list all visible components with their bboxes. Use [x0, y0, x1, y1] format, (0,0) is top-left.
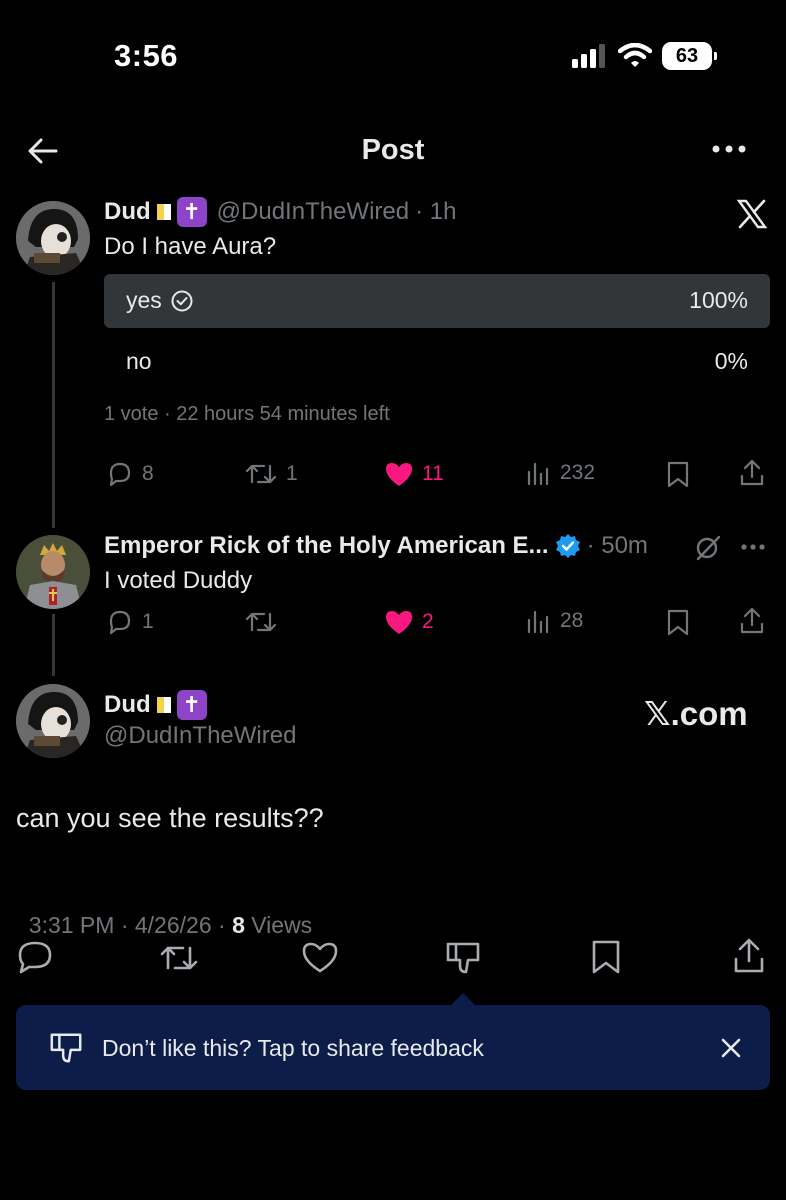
like-button[interactable]: 11 — [384, 460, 444, 488]
reply-icon — [109, 462, 131, 487]
tweet-text: Do I have Aura? — [104, 233, 277, 260]
avatar[interactable] — [16, 201, 90, 275]
reply-button[interactable]: 1 — [106, 608, 154, 636]
author-handle[interactable]: @DudInTheWired — [104, 722, 296, 750]
avatar[interactable] — [16, 684, 90, 758]
main-tweet-header: Dud ✝ — [104, 690, 207, 720]
repost-icon — [245, 612, 277, 632]
post-timestamp: 3:31 PM · 4/26/26 · — [28, 912, 233, 938]
poll-option-yes: yes — [126, 287, 194, 314]
reply-icon — [109, 610, 131, 635]
signal-icon — [572, 44, 605, 68]
reply-count: 8 — [142, 462, 154, 485]
reply-header: Emperor Rick of the Holy American E... ·… — [104, 532, 648, 560]
poll-option-label: yes — [126, 287, 162, 313]
poll-option-no: no — [126, 348, 152, 374]
battery-indicator: 63 — [662, 42, 717, 70]
like-count: 2 — [422, 610, 434, 633]
bookmark-icon[interactable] — [665, 460, 691, 488]
status-icons: 63 — [572, 42, 717, 70]
reply-count: 1 — [142, 610, 154, 633]
views-count: 232 — [560, 461, 596, 484]
tweet-text: I voted Duddy — [104, 567, 253, 594]
page-title: Post — [361, 134, 425, 166]
close-icon[interactable] — [720, 1037, 742, 1059]
flag-icon — [156, 697, 171, 713]
dislike-icon[interactable] — [444, 940, 482, 976]
cross-badge-icon: ✝ — [176, 197, 207, 227]
reply-icon[interactable] — [16, 939, 54, 975]
like-button[interactable]: 2 — [384, 608, 434, 636]
dislike-icon — [50, 1033, 82, 1063]
cross-badge-icon: ✝ — [176, 690, 207, 720]
thread-line — [52, 614, 55, 676]
avatar[interactable] — [16, 535, 90, 609]
more-options-icon[interactable] — [711, 143, 747, 155]
heart-filled-icon — [386, 463, 412, 486]
main-tweet-text: can you see the results?? — [16, 803, 324, 833]
x-com-watermark: 𝕏.com — [644, 695, 748, 732]
poll-result-bar — [104, 274, 770, 328]
views-button[interactable]: 28 — [526, 608, 583, 634]
share-icon[interactable] — [731, 937, 767, 975]
author-handle[interactable]: @DudInTheWired — [217, 198, 409, 226]
bookmark-icon[interactable] — [589, 939, 623, 975]
heart-filled-icon — [386, 611, 412, 634]
author-name[interactable]: Dud — [104, 691, 151, 719]
poll-option-percent: 100% — [689, 287, 748, 313]
thread-line — [52, 282, 55, 528]
views-count: 28 — [560, 609, 584, 632]
grok-icon[interactable] — [694, 534, 722, 562]
repost-count: 1 — [286, 462, 298, 485]
poll-option-percent: 0% — [714, 348, 748, 374]
share-icon[interactable] — [738, 606, 766, 636]
heart-icon[interactable] — [301, 940, 339, 974]
share-icon[interactable] — [738, 458, 766, 488]
views-label: Views — [244, 912, 313, 938]
like-count: 11 — [422, 462, 444, 485]
views-button[interactable]: 232 — [526, 460, 595, 486]
poll-meta: 1 vote · 22 hours 54 minutes left — [104, 403, 390, 425]
repost-icon — [245, 464, 277, 484]
flag-icon — [156, 204, 171, 220]
author-name[interactable]: Emperor Rick of the Holy American E... — [104, 532, 549, 560]
tweet-header: Dud ✝ @DudInTheWired · 1h — [104, 197, 456, 227]
post-time: · 1h — [415, 198, 457, 225]
verified-badge-icon — [555, 534, 580, 558]
more-options-icon[interactable] — [740, 542, 766, 552]
analytics-icon — [527, 610, 549, 634]
repost-button[interactable]: 1 — [244, 460, 298, 488]
bookmark-icon[interactable] — [665, 608, 691, 636]
post-time: · 50m — [586, 532, 648, 559]
check-circle-icon — [171, 290, 193, 311]
reply-button[interactable]: 8 — [106, 460, 154, 488]
author-name[interactable]: Dud — [104, 198, 151, 226]
x-logo-icon — [736, 199, 768, 229]
views-count: 8 — [232, 912, 245, 938]
status-time: 3:56 — [114, 38, 179, 73]
toast-text[interactable]: Don’t like this? Tap to share feedback — [102, 1035, 484, 1062]
wifi-icon — [618, 43, 652, 67]
repost-button[interactable] — [244, 608, 286, 636]
repost-icon[interactable] — [158, 941, 200, 975]
main-tweet-meta: 3:31 PM · 4/26/26 · 8 Views — [16, 885, 312, 939]
analytics-icon — [527, 462, 549, 486]
